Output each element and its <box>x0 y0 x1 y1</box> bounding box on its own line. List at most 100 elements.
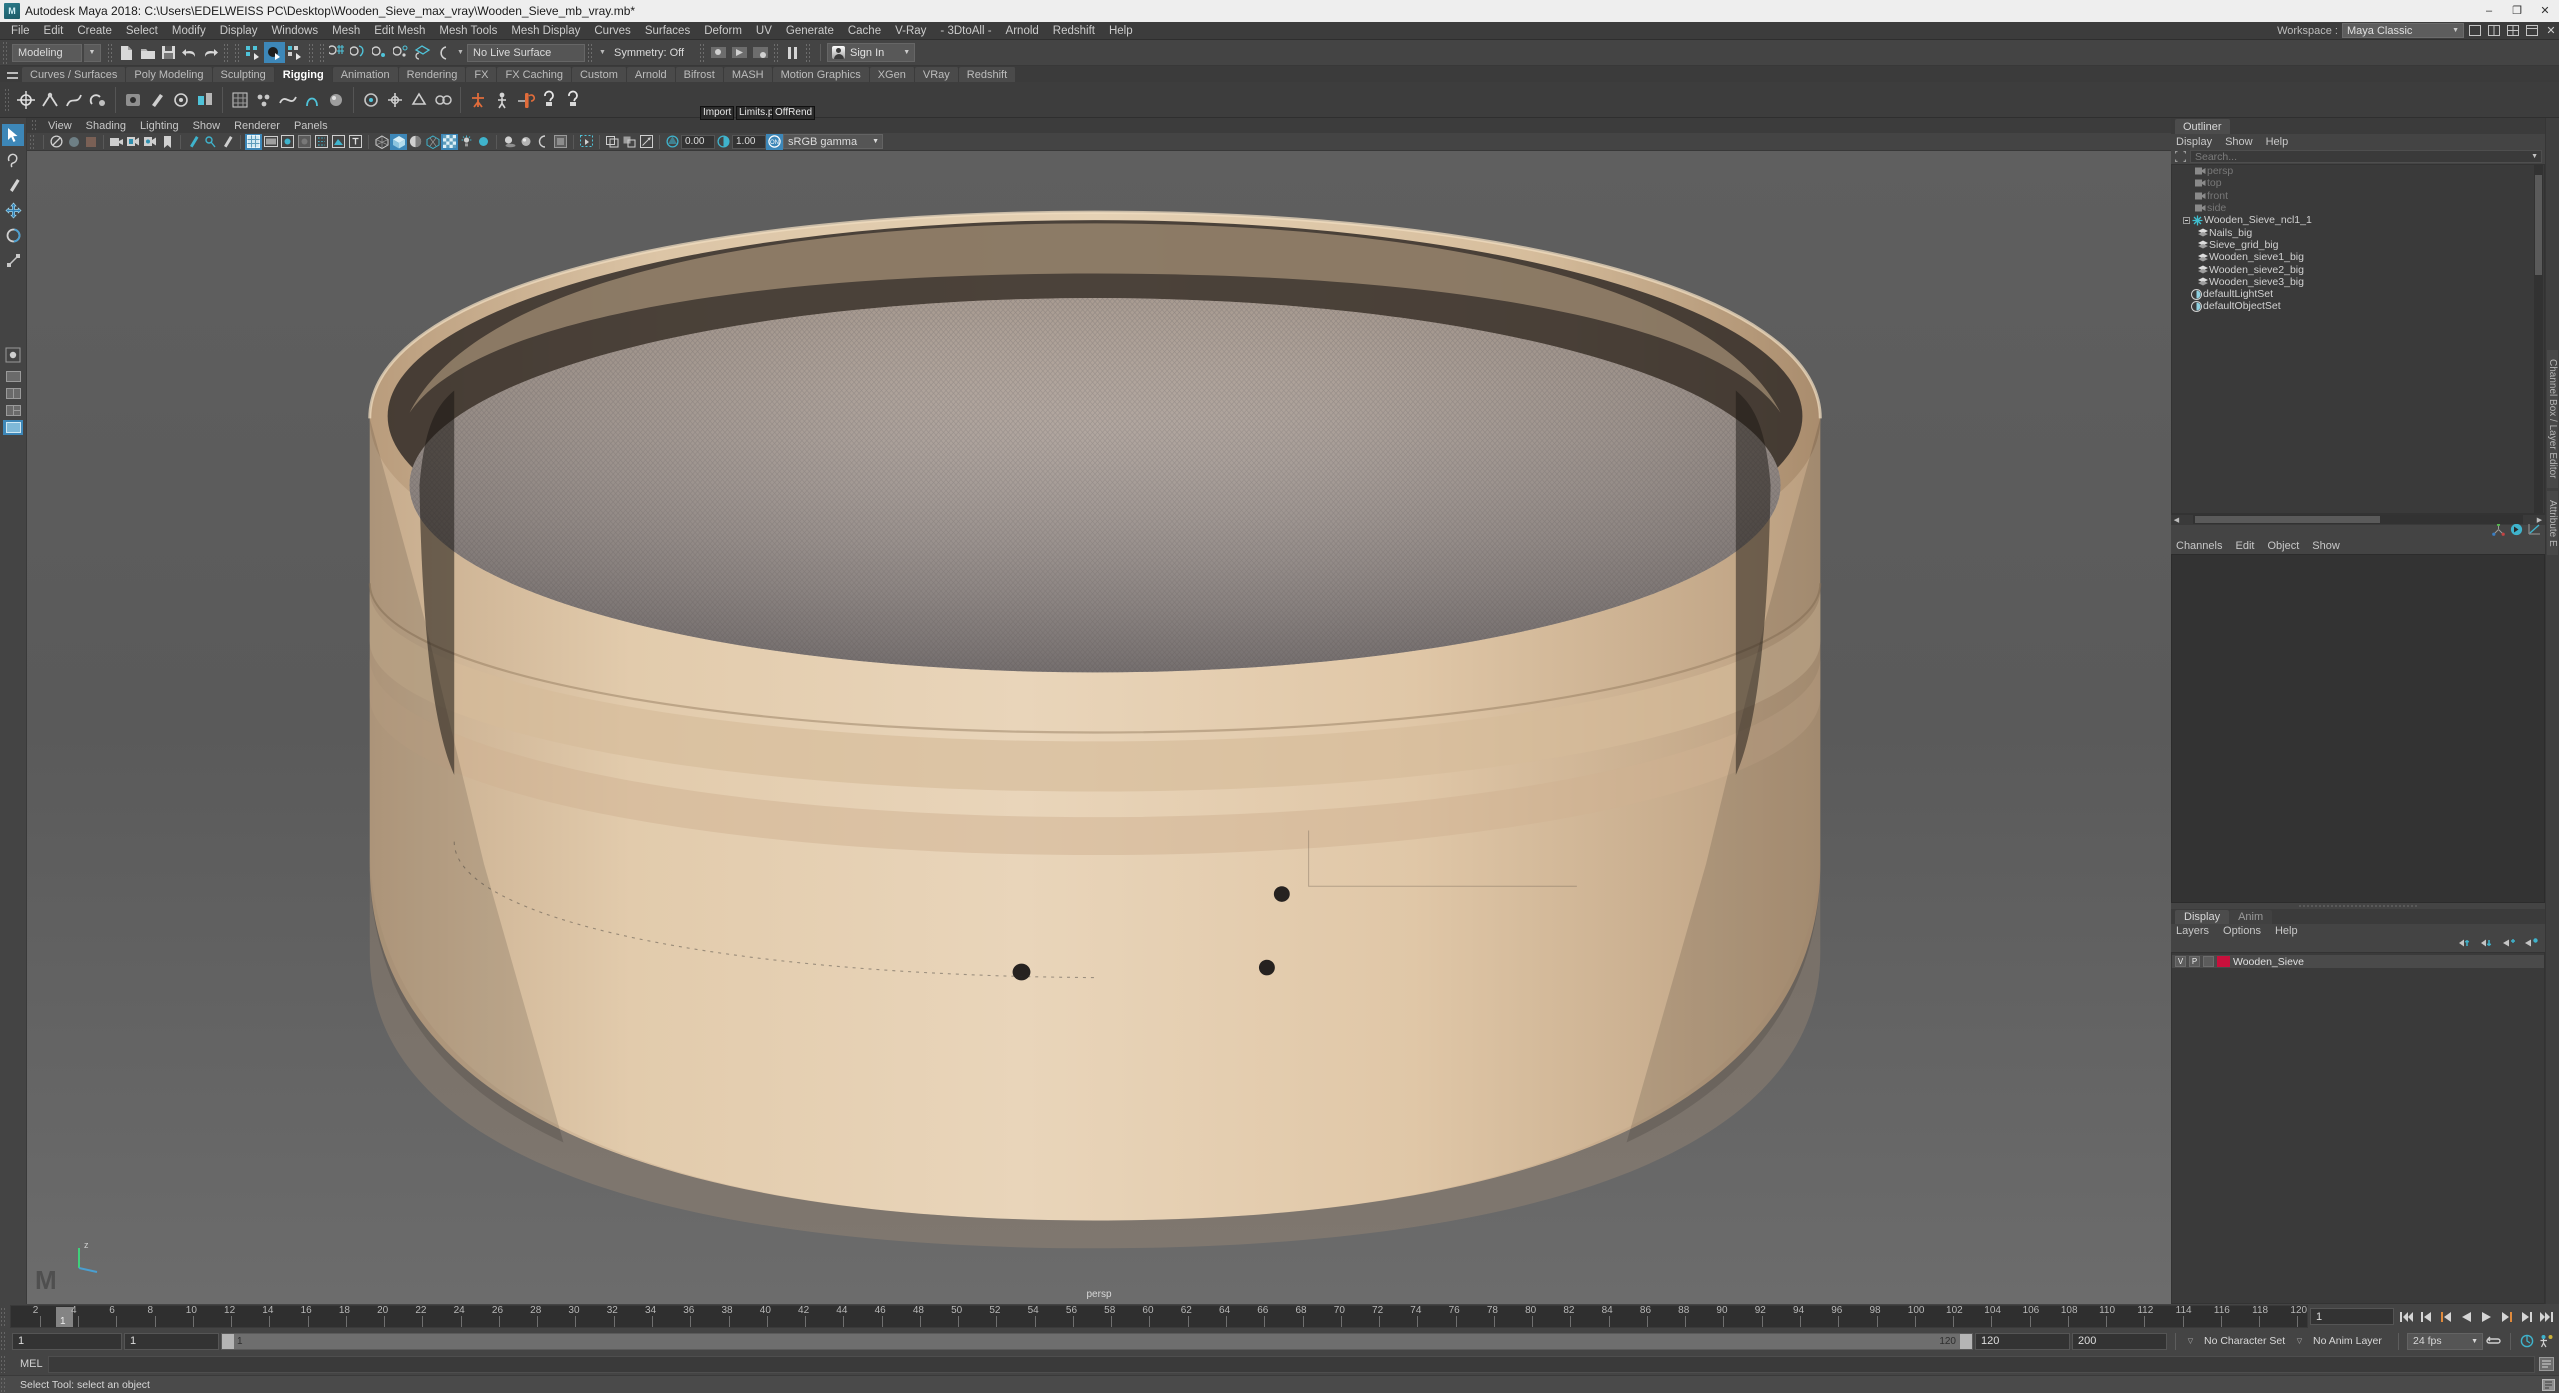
shelf-import-skeleton-icon[interactable] <box>514 84 538 115</box>
shelf-quick-rig-icon[interactable] <box>466 84 490 115</box>
shelf-blendshape-icon[interactable] <box>193 84 217 115</box>
layout-quad-icon[interactable] <box>2505 23 2521 39</box>
save-scene-button[interactable] <box>158 42 179 63</box>
status-bar-icon[interactable] <box>2537 1377 2559 1393</box>
shelf-tab-rigging[interactable]: Rigging <box>274 67 333 82</box>
shelf-tension-icon[interactable] <box>383 84 407 115</box>
shelf-skin-bind-icon[interactable] <box>121 84 145 115</box>
layout-two-pane-button[interactable] <box>3 386 23 401</box>
outliner-item-persp[interactable]: persp <box>2172 165 2544 177</box>
gamma-icon[interactable] <box>715 134 732 150</box>
sidetab-attribute-editor[interactable]: Attribute E <box>2547 490 2558 556</box>
image-plane-icon[interactable] <box>82 134 99 150</box>
layout-persp-view-button[interactable] <box>3 420 23 435</box>
viewport-toolbar-grip[interactable] <box>29 134 36 149</box>
layout-single-icon[interactable] <box>2467 23 2483 39</box>
grid-toggle-icon[interactable] <box>245 133 262 150</box>
outliner-item-top[interactable]: top <box>2172 177 2544 189</box>
sign-in-button[interactable]: Sign In ▼ <box>827 43 916 62</box>
outliner-tree[interactable]: persp top front side Wooden_Sieve_ncl1_1… <box>2171 164 2545 514</box>
layer-playback-toggle[interactable]: P <box>2189 956 2200 968</box>
time-slider[interactable]: 1 2 4 6 8 10 12 14 16 18 20 22 24 26 28 30 32 34 36 38 40 42… <box>10 1305 2308 1328</box>
script-editor-icon[interactable] <box>2538 1356 2555 1373</box>
layer-menu-options[interactable]: Options <box>2223 925 2261 937</box>
workspace-selector[interactable]: Maya Classic ▼ <box>2342 23 2464 38</box>
channelbox-menu-edit[interactable]: Edit <box>2235 540 2254 552</box>
shelf-tab-custom[interactable]: Custom <box>571 67 627 82</box>
shadow-toggle-icon[interactable] <box>279 134 296 150</box>
shade-wireframe-icon[interactable] <box>407 134 424 150</box>
snap-to-point-button[interactable] <box>370 42 391 63</box>
range-start-handle[interactable] <box>222 1333 234 1349</box>
toolbar-grip-2[interactable] <box>223 42 230 63</box>
render-settings-button[interactable] <box>750 42 771 63</box>
pause-playback-button[interactable] <box>782 42 803 63</box>
camera-lock-icon[interactable] <box>125 134 142 150</box>
step-forward-key-icon[interactable] <box>2518 1308 2535 1325</box>
current-frame-field[interactable]: 1 <box>2310 1308 2394 1325</box>
shelf-paint-weights-icon[interactable] <box>145 84 169 115</box>
film-gate-icon[interactable] <box>262 134 279 150</box>
auto-keyframe-icon[interactable] <box>2519 1333 2536 1350</box>
time-slider-grip[interactable] <box>0 1306 7 1327</box>
shelf-tab-xgen[interactable]: XGen <box>869 67 915 82</box>
range-bar[interactable]: 1 120 <box>221 1332 1973 1350</box>
shelf-sculpt-deformer-icon[interactable] <box>324 84 348 115</box>
outliner-item-front[interactable]: front <box>2172 190 2544 202</box>
paint-select-tool-button[interactable] <box>2 174 24 196</box>
play-forwards-icon[interactable] <box>2478 1308 2495 1325</box>
anim-end-field[interactable]: 200 <box>2072 1332 2167 1350</box>
color-management-toggle-icon[interactable]: ON <box>766 133 783 150</box>
new-scene-button[interactable] <box>116 42 137 63</box>
script-language-label[interactable]: MEL <box>10 1358 48 1370</box>
menu-uv[interactable]: UV <box>749 22 779 40</box>
outliner-item-side[interactable]: side <box>2172 202 2544 214</box>
ipr-render-button[interactable] <box>729 42 750 63</box>
panel-menu-renderer[interactable]: Renderer <box>227 120 287 132</box>
panel-menu-shading[interactable]: Shading <box>79 120 133 132</box>
toolbar-drag-handle[interactable] <box>2 40 9 65</box>
panel-menu-show[interactable]: Show <box>186 120 228 132</box>
ao-toggle-icon[interactable] <box>296 134 313 150</box>
shelf-hik-icon[interactable] <box>490 84 514 115</box>
snap-to-curve-button[interactable] <box>349 42 370 63</box>
shadows-toggle-icon[interactable] <box>501 134 518 150</box>
auto-key-loop-icon[interactable] <box>2485 1333 2502 1350</box>
shelf-cluster-icon[interactable] <box>252 84 276 115</box>
outliner-item-wooden-sieve1-big[interactable]: Wooden_sieve1_big <box>2172 251 2544 263</box>
grease-pencil-icon[interactable] <box>185 134 202 150</box>
text-overlay-icon[interactable] <box>347 134 364 150</box>
last-tool-used-button[interactable] <box>2 344 24 366</box>
exposure-reset-icon[interactable] <box>638 134 655 150</box>
anim-layer-field[interactable]: No Anim Layer <box>2308 1332 2390 1350</box>
layout-single-pane-button[interactable] <box>3 369 23 384</box>
menu-surfaces[interactable]: Surfaces <box>638 22 697 40</box>
shelf-ik-spline-icon[interactable] <box>62 84 86 115</box>
menu-mesh[interactable]: Mesh <box>325 22 367 40</box>
outliner-horizontal-scrollbar[interactable]: ◀ ▶ <box>2171 513 2545 525</box>
go-to-end-icon[interactable] <box>2538 1308 2555 1325</box>
menu-modify[interactable]: Modify <box>165 22 213 40</box>
status-bar-grip[interactable] <box>0 1377 7 1392</box>
channelbox-menu-show[interactable]: Show <box>2312 540 2340 552</box>
outliner-menu-show[interactable]: Show <box>2225 136 2253 148</box>
xray-active-comps-icon[interactable] <box>621 134 638 150</box>
menu-3dtoall[interactable]: - 3DtoAll - <box>933 22 998 40</box>
search-input[interactable]: Search... ▼ <box>2190 150 2542 163</box>
use-all-lights-icon[interactable] <box>458 134 475 150</box>
toolbar-grip-4[interactable] <box>308 42 315 63</box>
panel-menu-panels[interactable]: Panels <box>287 120 335 132</box>
shelf-menu-icon[interactable] <box>2 68 22 82</box>
toolbar-grip-3[interactable] <box>234 42 241 63</box>
shelf-ik-handle-icon[interactable] <box>38 84 62 115</box>
layer-menu-layers[interactable]: Layers <box>2176 925 2209 937</box>
live-surface-field[interactable]: No Live Surface <box>467 43 585 62</box>
outliner-item-defaultobjectset[interactable]: defaultObjectSet <box>2172 300 2544 312</box>
select-camera-icon[interactable] <box>48 134 65 150</box>
menu-vray[interactable]: V-Ray <box>888 22 933 40</box>
layout-three-pane-button[interactable] <box>3 403 23 418</box>
use-default-light-icon[interactable] <box>475 134 492 150</box>
toolbar-grip-6[interactable] <box>587 42 594 63</box>
menu-cache[interactable]: Cache <box>841 22 888 40</box>
range-start-field[interactable]: 1 <box>124 1332 219 1350</box>
